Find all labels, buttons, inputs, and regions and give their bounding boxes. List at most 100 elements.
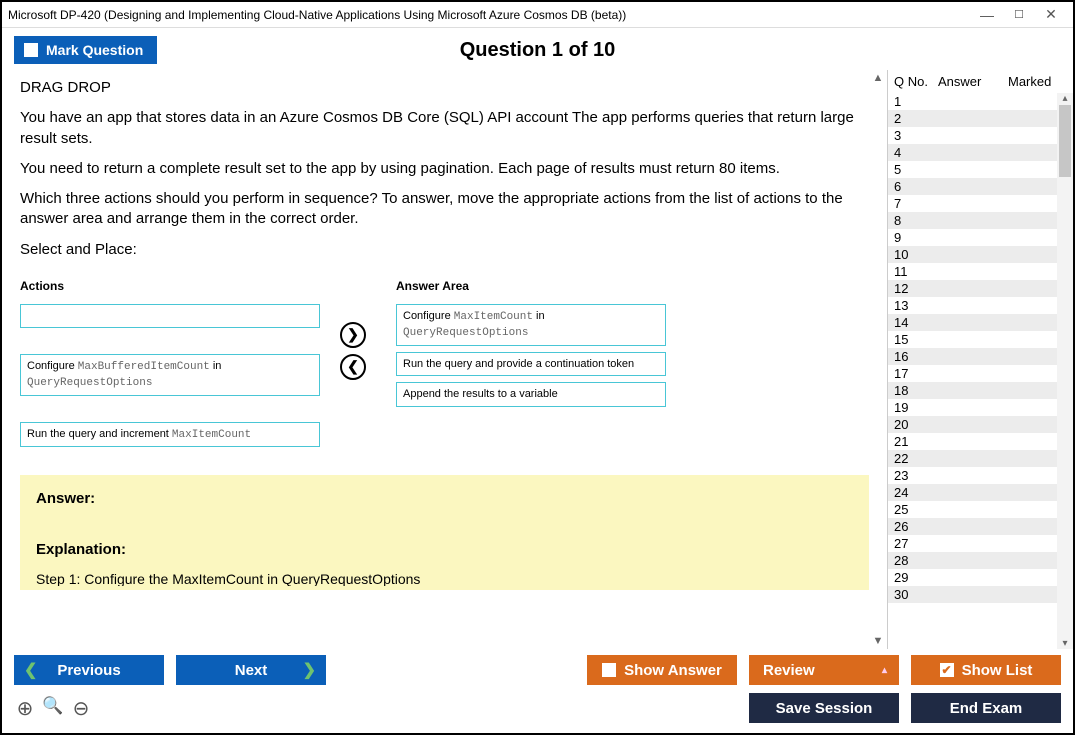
question-para-4: Select and Place: [20,240,869,260]
chevron-left-icon: ❮ [347,357,359,376]
qlist-row[interactable]: 1 [888,93,1057,110]
qlist-row[interactable]: 24 [888,484,1057,501]
question-type-label: DRAG DROP [20,78,869,98]
action-slot-1[interactable]: Configure MaxBufferedItemCount in QueryR… [20,354,320,396]
qlist-row[interactable]: 5 [888,161,1057,178]
review-button[interactable]: Review ▴ [749,655,899,685]
action-slot-2[interactable]: Run the query and increment MaxItemCount [20,422,320,448]
close-icon[interactable]: ✕ [1035,6,1067,23]
button-row-2: ⊕ 🔍 ⊖ Save Session End Exam [2,691,1073,733]
qlist-row[interactable]: 17 [888,365,1057,382]
answer-slot-2[interactable]: Run the query and provide a continuation… [396,352,666,377]
show-answer-button[interactable]: Show Answer [587,655,737,685]
qlist-row[interactable]: 12 [888,280,1057,297]
question-area: ▲ ▼ DRAG DROP You have an app that store… [2,70,887,649]
question-para-2: You need to return a complete result set… [20,159,869,179]
question-counter: Question 1 of 10 [2,39,1073,62]
question-para-1: You have an app that stores data in an A… [20,108,869,149]
qlist-row[interactable]: 16 [888,348,1057,365]
previous-button[interactable]: ❮ Previous [14,655,164,685]
question-content: DRAG DROP You have an app that stores da… [2,70,887,649]
qlist-row[interactable]: 30 [888,586,1057,603]
scrollbar-thumb[interactable] [1059,105,1071,177]
qlist-row[interactable]: 10 [888,246,1057,263]
show-list-button[interactable]: ✔ Show List [911,655,1061,685]
qlist-row[interactable]: 9 [888,229,1057,246]
answer-slot-3[interactable]: Append the results to a variable [396,382,666,407]
qlist-row[interactable]: 23 [888,467,1057,484]
qlist-row[interactable]: 8 [888,212,1057,229]
qlist-row[interactable]: 15 [888,331,1057,348]
chevron-right-icon: ❯ [347,325,359,344]
question-scroll[interactable]: ▲ ▼ DRAG DROP You have an app that store… [2,70,887,649]
drag-drop-grid: Actions Configure MaxBufferedItemCount i… [20,278,869,454]
qlist-scrollbar[interactable]: ▴ ▾ [1057,93,1073,649]
qlist-row[interactable]: 21 [888,433,1057,450]
actions-header: Actions [20,278,320,294]
zoom-out-icon[interactable]: ⊖ [70,696,92,721]
titlebar: Microsoft DP-420 (Designing and Implemen… [2,2,1073,28]
chevron-left-icon: ❮ [24,660,37,680]
transfer-buttons: ❯ ❮ [340,322,376,380]
next-label: Next [235,662,268,679]
qlist-row[interactable]: 2 [888,110,1057,127]
action-slot-empty[interactable] [20,304,320,328]
qlist-header: Q No. Answer Marked [888,70,1073,93]
qlist-row[interactable]: 11 [888,263,1057,280]
previous-label: Previous [57,662,120,679]
end-exam-label: End Exam [950,700,1023,717]
search-icon[interactable]: 🔍 [42,696,64,721]
mark-question-button[interactable]: Mark Question [14,36,157,64]
save-session-button[interactable]: Save Session [749,693,899,723]
qlist-row[interactable]: 3 [888,127,1057,144]
answer-explanation-block: Answer: Explanation: Step 1: Configure t… [20,475,869,590]
answer-area-column: Answer Area Configure MaxItemCount in Qu… [396,278,666,414]
move-left-button[interactable]: ❮ [340,354,366,380]
button-row-1: ❮ Previous Next ❯ Show Answer Review ▴ ✔… [2,649,1073,691]
maximize-icon[interactable]: ☐ [1003,8,1035,21]
show-answer-label: Show Answer [624,662,722,679]
scroll-down-icon[interactable]: ▼ [871,635,885,647]
end-exam-button[interactable]: End Exam [911,693,1061,723]
qlist-body[interactable]: ▴ ▾ 123456789101112131415161718192021222… [888,93,1073,649]
qlist-row[interactable]: 13 [888,297,1057,314]
show-answer-checkbox-icon [602,663,616,677]
move-right-button[interactable]: ❯ [340,322,366,348]
qlist-header-qno: Q No. [894,74,938,89]
review-label: Review [763,662,815,679]
qlist-row[interactable]: 4 [888,144,1057,161]
app-window: Microsoft DP-420 (Designing and Implemen… [0,0,1075,735]
qlist-row[interactable]: 20 [888,416,1057,433]
answer-area-header: Answer Area [396,278,666,294]
qlist-row[interactable]: 6 [888,178,1057,195]
explanation-step-1: Step 1: Configure the MaxItemCount in Qu… [36,570,853,586]
scroll-up-icon[interactable]: ▲ [871,72,885,84]
next-button[interactable]: Next ❯ [176,655,326,685]
zoom-in-icon[interactable]: ⊕ [14,696,36,721]
qlist-row[interactable]: 7 [888,195,1057,212]
qlist-row[interactable]: 29 [888,569,1057,586]
minimize-icon[interactable]: — [971,7,1003,23]
answer-slot-1[interactable]: Configure MaxItemCount in QueryRequestOp… [396,304,666,346]
qlist-row[interactable]: 22 [888,450,1057,467]
answer-heading: Answer: [36,489,853,509]
qlist-row[interactable]: 25 [888,501,1057,518]
caret-up-icon: ▴ [882,665,887,676]
scrollbar-down-icon[interactable]: ▾ [1057,638,1073,649]
qlist-row[interactable]: 26 [888,518,1057,535]
qlist-row[interactable]: 14 [888,314,1057,331]
mark-checkbox-icon [24,43,38,57]
qlist-header-answer: Answer [938,74,1008,89]
explanation-heading: Explanation: [36,540,853,560]
qlist-row[interactable]: 27 [888,535,1057,552]
zoom-controls: ⊕ 🔍 ⊖ [14,696,92,721]
scrollbar-up-icon[interactable]: ▴ [1057,93,1073,104]
main-row: ▲ ▼ DRAG DROP You have an app that store… [2,70,1073,649]
qlist-row[interactable]: 28 [888,552,1057,569]
qlist-row[interactable]: 18 [888,382,1057,399]
chevron-right-icon: ❯ [303,660,316,680]
qlist-row[interactable]: 19 [888,399,1057,416]
show-list-label: Show List [962,662,1033,679]
question-list-panel: Q No. Answer Marked ▴ ▾ 1234567891011121… [887,70,1073,649]
window-title: Microsoft DP-420 (Designing and Implemen… [8,8,971,22]
